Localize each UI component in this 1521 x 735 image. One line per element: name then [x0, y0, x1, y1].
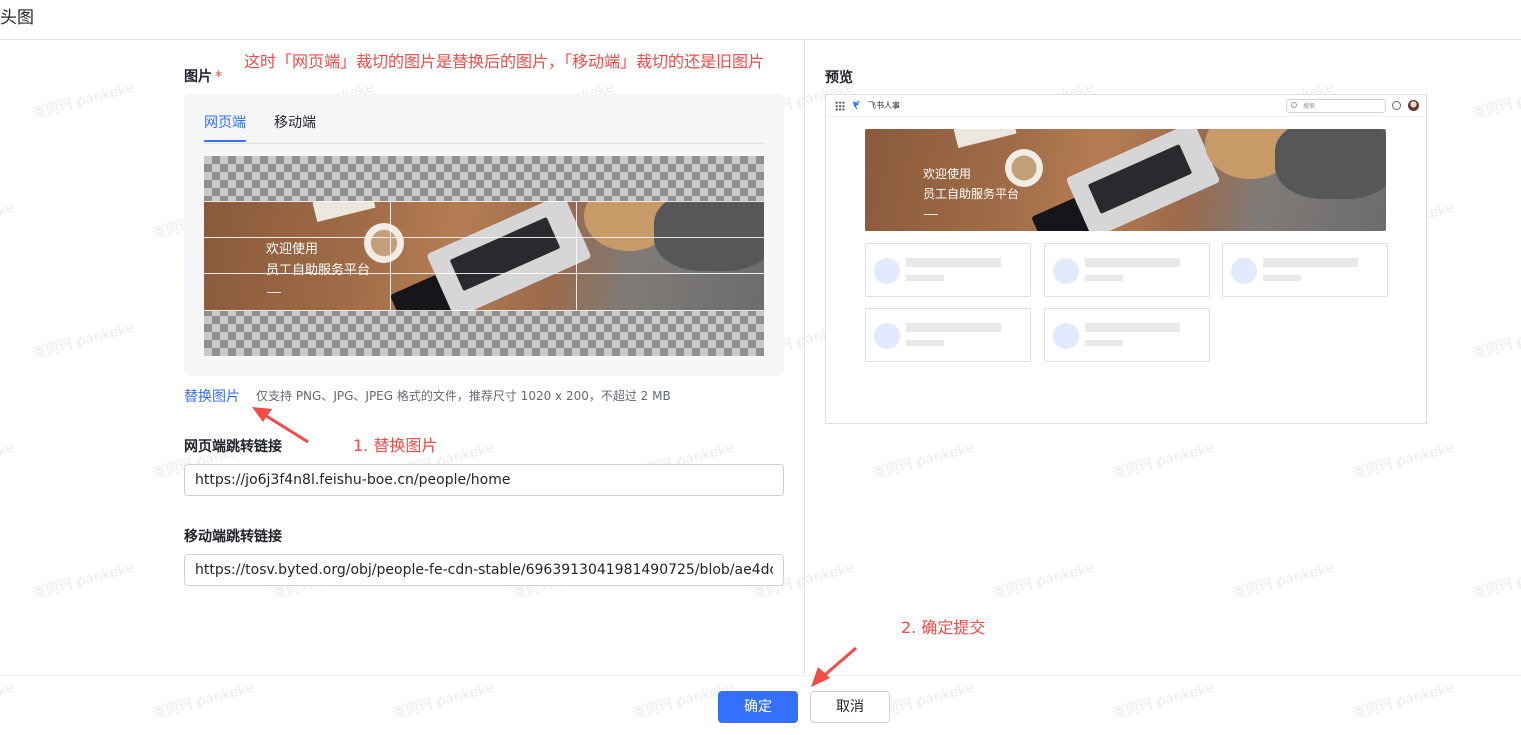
watermark-text: 潘珂珂 pankeke	[0, 679, 16, 723]
mobile-link-label: 移动端跳转链接	[184, 529, 282, 545]
watermark-text: 潘珂珂 pankeke	[29, 79, 136, 123]
app-grid-icon	[835, 101, 845, 111]
watermark-text: 潘珂珂 pankeke	[389, 679, 496, 723]
watermark-text: 潘珂珂 pankeke	[1109, 679, 1216, 723]
avatar	[1408, 100, 1419, 111]
image-label-text: 图片	[184, 69, 212, 85]
banner-text-line2: 员工自助服务平台	[266, 263, 371, 278]
watermark-text: 潘珂珂 pankeke	[1469, 319, 1521, 363]
watermark-text: 潘珂珂 pankeke	[1109, 439, 1216, 483]
banner-text-line1: 欢迎使用	[266, 242, 319, 257]
column-divider	[804, 40, 805, 674]
watermark-text: 潘珂珂 pankeke	[29, 559, 136, 603]
preview-banner-dash	[924, 214, 938, 215]
preview-card	[865, 308, 1031, 362]
annotation-arrow-icon	[811, 646, 857, 687]
crop-grid-line	[204, 273, 764, 274]
watermark-text: 潘珂珂 pankeke	[0, 439, 16, 483]
image-field-label: 图片 *	[184, 66, 222, 86]
header-divider	[0, 39, 1521, 40]
watermark-text: 潘珂珂 pankeke	[1229, 559, 1336, 603]
annotation-top-note: 这时「网页端」裁切的图片是替换后的图片，「移动端」裁切的还是旧图片	[244, 52, 765, 71]
preview-search-placeholder: 搜索	[1303, 103, 1316, 110]
preview-card	[1044, 308, 1210, 362]
preview-topbar: 飞书人事 搜索	[826, 95, 1426, 117]
image-cropper[interactable]: 欢迎使用 员工自助服务平台	[204, 156, 764, 356]
confirm-button[interactable]: 确定	[718, 691, 798, 723]
annotation-step1: 1. 替换图片	[353, 436, 438, 455]
watermark-text: 潘珂珂 pankeke	[1349, 439, 1456, 483]
web-link-input[interactable]	[184, 464, 784, 496]
watermark-text: 潘珂珂 pankeke	[1349, 679, 1456, 723]
mobile-link-input[interactable]	[184, 554, 784, 586]
preview-search: 搜索	[1286, 99, 1386, 113]
crop-grid-line	[390, 201, 391, 311]
watermark-text: 潘珂珂 pankeke	[0, 199, 16, 243]
dialog-title: 头图	[0, 8, 34, 28]
tab-web[interactable]: 网页端	[204, 112, 246, 132]
web-link-label: 网页端跳转链接	[184, 439, 282, 455]
watermark-text: 潘珂珂 pankeke	[29, 319, 136, 363]
watermark-text: 潘珂珂 pankeke	[989, 559, 1096, 603]
banner-image: 欢迎使用 员工自助服务平台	[204, 201, 764, 311]
crop-grid-line	[204, 237, 764, 238]
feishu-people-logo-icon	[853, 100, 860, 111]
preview-card	[865, 243, 1031, 297]
annotation-step2: 2. 确定提交	[901, 618, 986, 637]
preview-panel: 飞书人事 搜索 欢迎使用 员工自助服务平台	[825, 94, 1427, 424]
search-icon	[1291, 102, 1297, 108]
banner-dash	[267, 292, 281, 293]
dialog: 潘珂珂 pankeke 潘珂珂 pankeke 潘珂珂 pankeke 潘珂珂 pan…	[0, 0, 1521, 735]
replace-image-link[interactable]: 替换图片	[184, 386, 240, 406]
watermark-text: 潘珂珂 pankeke	[149, 679, 256, 723]
refresh-icon	[1392, 101, 1401, 110]
preview-banner-image: 欢迎使用 员工自助服务平台	[865, 129, 1386, 231]
tab-mobile[interactable]: 移动端	[274, 112, 316, 132]
crop-grid-line	[576, 201, 577, 311]
watermark-text: 潘珂珂 pankeke	[869, 439, 976, 483]
preview-card	[1222, 243, 1388, 297]
crop-frame-top	[204, 201, 764, 202]
preview-banner-line2: 员工自助服务平台	[923, 187, 1020, 201]
preview-label: 预览	[825, 70, 853, 86]
cancel-button[interactable]: 取消	[810, 691, 890, 723]
image-upload-panel: 网页端 移动端 欢迎使用 员工自助服务平台	[184, 94, 784, 376]
footer-divider	[0, 675, 1521, 676]
preview-banner-line1: 欢迎使用	[923, 167, 972, 181]
watermark-text: 潘珂珂 pankeke	[1469, 559, 1521, 603]
tab-active-indicator	[204, 140, 246, 142]
upload-hint: 仅支持 PNG、JPG、JPEG 格式的文件，推荐尺寸 1020 x 200，不…	[256, 389, 671, 403]
watermark-text: 潘珂珂 pankeke	[1469, 79, 1521, 123]
required-mark: *	[215, 69, 222, 85]
preview-app-name: 飞书人事	[868, 101, 900, 110]
crop-frame-bottom	[204, 310, 764, 311]
preview-card	[1044, 243, 1210, 297]
platform-tabs: 网页端 移动端	[204, 94, 764, 144]
